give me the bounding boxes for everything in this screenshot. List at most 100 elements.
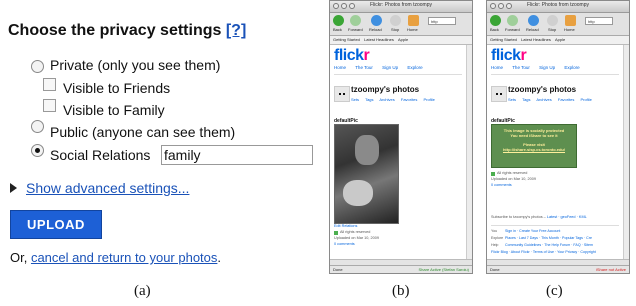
privacy-settings-panel: Choose the privacy settings [?] Private … <box>0 0 320 306</box>
footer-key: Explore <box>491 236 504 240</box>
bookmark-item[interactable]: Latest Headlines <box>364 37 394 42</box>
bookmarks-bar: Getting Started Latest Headlines Apple <box>487 36 629 45</box>
nav-item[interactable]: Sign Up <box>539 65 555 70</box>
checkbox-friends[interactable] <box>43 78 56 91</box>
nav-item[interactable]: Home <box>334 65 346 70</box>
url-field[interactable]: http <box>585 17 613 25</box>
protected-image-placeholder: This image is socially protected You nee… <box>491 124 577 168</box>
home-icon[interactable] <box>408 15 419 26</box>
reload-icon[interactable] <box>528 15 539 26</box>
home-label: Home <box>564 27 575 32</box>
profile-link[interactable]: Sets <box>508 97 516 102</box>
footer-links[interactable]: Places · Last 7 Days · This Month · Popu… <box>505 236 592 240</box>
ishare-url-link[interactable]: http://ishare.sisp.cs.toronto.edu/ <box>492 147 576 152</box>
profile-link[interactable]: Profile <box>423 97 434 102</box>
profile-name: tzoompy's photos <box>351 85 420 94</box>
vertical-scrollbar[interactable] <box>623 45 629 259</box>
reload-label: Reload <box>369 27 382 32</box>
footer-links[interactable]: Flickr Blog · About Flickr · Terms of Us… <box>491 250 596 254</box>
footer-links[interactable]: Community Guidelines · The Help Forum · … <box>505 243 593 247</box>
bookmark-item[interactable]: Latest Headlines <box>521 37 551 42</box>
rights-text: All rights reserved <box>497 171 528 175</box>
divider <box>491 74 619 75</box>
flickr-nav: Home The Tour Sign Up Explore <box>491 65 588 70</box>
stop-icon[interactable] <box>547 15 558 26</box>
photo-figure <box>355 135 379 165</box>
radio-public[interactable] <box>31 120 44 133</box>
flickr-logo[interactable]: flickr <box>334 47 370 65</box>
option-friends-label: Visible to Friends <box>63 80 171 96</box>
advanced-settings-link[interactable]: Show advanced settings... <box>26 180 189 196</box>
profile-link[interactable]: Favorites <box>401 97 417 102</box>
comments-link[interactable]: 0 comments <box>491 183 512 187</box>
expand-arrow-icon[interactable] <box>10 183 17 193</box>
caption-a: (a) <box>134 283 151 299</box>
uploaded-text: Uploaded on Mar 10, 2009 <box>491 177 536 181</box>
comments-link[interactable]: 0 comments <box>334 242 355 246</box>
forward-label: Forward <box>505 27 520 32</box>
forward-icon[interactable] <box>350 15 361 26</box>
profile-links: Sets Tags Archives Favorites Profile <box>508 97 597 102</box>
nav-item[interactable]: Explore <box>407 65 422 70</box>
status-bar: Done Share Active (Stefan Saroiu) <box>330 265 472 273</box>
profile-link[interactable]: Sets <box>351 97 359 102</box>
social-relations-input[interactable] <box>161 145 313 165</box>
bookmark-item[interactable]: Getting Started <box>333 37 360 42</box>
upload-button[interactable]: UPLOAD <box>10 210 102 239</box>
option-social-label: Social Relations <box>50 147 151 163</box>
option-private-label: Private (only you see them) <box>50 57 221 73</box>
stop-label: Stop <box>548 27 557 32</box>
bookmark-item[interactable]: Apple <box>398 37 408 42</box>
profile-links: Sets Tags Archives Favorites Profile <box>351 97 440 102</box>
profile-link[interactable]: Profile <box>580 97 591 102</box>
flickr-logo[interactable]: flickr <box>491 47 527 65</box>
profile-link[interactable]: Tags <box>522 97 530 102</box>
subscribe-line: Subscribe to tzoompy's photos – Latest ·… <box>491 215 587 219</box>
home-label: Home <box>407 27 418 32</box>
checkbox-family[interactable] <box>43 99 56 112</box>
bookmark-item[interactable]: Getting Started <box>490 37 517 42</box>
privacy-title-text: Choose the privacy settings <box>8 22 222 39</box>
logo-accent: r <box>363 47 370 64</box>
window-title: Flickr: Photos from tzoompy <box>527 2 589 8</box>
uploaded-text: Uploaded on Mar 10, 2009 <box>334 236 379 240</box>
privacy-title: Choose the privacy settings [?] <box>8 22 246 40</box>
back-icon[interactable] <box>333 15 344 26</box>
nav-item[interactable]: The Tour <box>355 65 373 70</box>
help-link[interactable]: [?] <box>226 22 246 39</box>
divider <box>334 74 462 75</box>
radio-private[interactable] <box>31 60 44 73</box>
cancel-suffix: . <box>217 250 222 265</box>
stop-icon[interactable] <box>390 15 401 26</box>
nav-item[interactable]: The Tour <box>512 65 530 70</box>
back-icon[interactable] <box>490 15 501 26</box>
reload-icon[interactable] <box>371 15 382 26</box>
profile-link[interactable]: Tags <box>365 97 373 102</box>
vertical-scrollbar[interactable] <box>466 45 472 259</box>
buddy-icon[interactable] <box>491 86 507 102</box>
forward-icon[interactable] <box>507 15 518 26</box>
subscribe-links[interactable]: Latest · geoFeed · KML <box>547 215 587 219</box>
footer-links[interactable]: Sign in · Create Your Free Account <box>505 229 560 233</box>
edit-relations-link[interactable]: Edit Relations <box>334 224 357 228</box>
boxer-photo[interactable] <box>334 124 399 224</box>
profile-link[interactable]: Favorites <box>558 97 574 102</box>
url-field[interactable]: http <box>428 17 456 25</box>
bookmarks-bar: Getting Started Latest Headlines Apple <box>330 36 472 45</box>
nav-item[interactable]: Sign Up <box>382 65 398 70</box>
footer-row: Explore Places · Last 7 Days · This Month… <box>491 236 592 240</box>
logo-main: flick <box>491 47 521 64</box>
radio-social-relations[interactable] <box>31 144 44 157</box>
nav-item[interactable]: Home <box>491 65 503 70</box>
logo-main: flick <box>334 47 364 64</box>
profile-link[interactable]: Archives <box>379 97 394 102</box>
buddy-icon[interactable] <box>334 86 350 102</box>
back-label: Back <box>333 27 342 32</box>
cancel-link[interactable]: cancel and return to your photos <box>31 250 217 265</box>
bookmark-item[interactable]: Apple <box>555 37 565 42</box>
home-icon[interactable] <box>565 15 576 26</box>
rights-text: All rights reserved <box>340 230 371 234</box>
or-text: Or, <box>10 250 31 265</box>
profile-link[interactable]: Archives <box>536 97 551 102</box>
nav-item[interactable]: Explore <box>564 65 579 70</box>
